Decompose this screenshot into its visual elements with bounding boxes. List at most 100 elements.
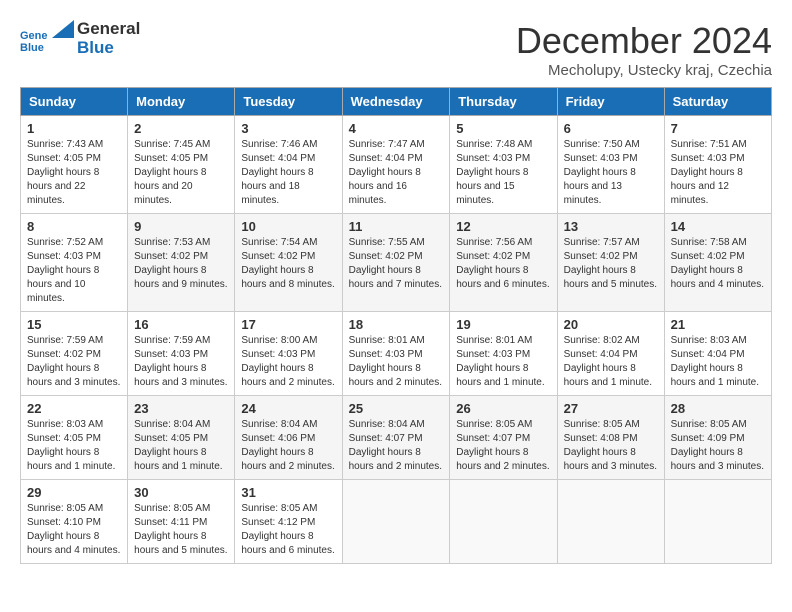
day-number: 10 xyxy=(241,219,335,234)
calendar-week-row: 15 Sunrise: 7:59 AMSunset: 4:02 PMDayligh… xyxy=(21,312,772,396)
day-number: 26 xyxy=(456,401,550,416)
calendar-day-cell: 26Sunrise: 8:05 AMSunset: 4:07 PMDayligh… xyxy=(450,396,557,480)
day-number: 13 xyxy=(564,219,658,234)
day-number: 25 xyxy=(349,401,444,416)
day-number: 31 xyxy=(241,485,335,500)
calendar-day-cell: 6Sunrise: 7:50 AMSunset: 4:03 PMDaylight… xyxy=(557,116,664,214)
weekday-header-wednesday: Wednesday xyxy=(342,88,450,116)
weekday-header-saturday: Saturday xyxy=(664,88,771,116)
day-number: 17 xyxy=(241,317,335,332)
calendar-day-cell: 22 Sunrise: 8:03 AMSunset: 4:05 PMDayligh… xyxy=(21,396,128,480)
calendar-day-cell: 24Sunrise: 8:04 AMSunset: 4:06 PMDayligh… xyxy=(235,396,342,480)
calendar-day-cell: 7Sunrise: 7:51 AMSunset: 4:03 PMDaylight… xyxy=(664,116,771,214)
calendar-day-cell: 19 Sunrise: 8:01 AMSunset: 4:03 PMDayligh… xyxy=(450,312,557,396)
calendar-day-cell: 31 Sunrise: 8:05 AMSunset: 4:12 PMDayligh… xyxy=(235,480,342,564)
day-info: Sunrise: 8:00 AMSunset: 4:03 PMDaylight … xyxy=(241,334,335,390)
calendar-day-cell xyxy=(557,480,664,564)
calendar-day-cell: 18 Sunrise: 8:01 AMSunset: 4:03 PMDayligh… xyxy=(342,312,450,396)
day-number: 21 xyxy=(671,317,765,332)
day-info: Sunrise: 8:01 AMSunset: 4:03 PMDaylight … xyxy=(456,334,550,390)
day-info: Sunrise: 7:57 AMSunset: 4:02 PMDaylight … xyxy=(564,236,658,292)
calendar-day-cell: 16 Sunrise: 7:59 AMSunset: 4:03 PMDayligh… xyxy=(128,312,235,396)
svg-text:General: General xyxy=(20,30,48,42)
calendar-day-cell: 5 Sunrise: 7:48 AMSunset: 4:03 PMDaylight… xyxy=(450,116,557,214)
calendar-day-cell: 3 Sunrise: 7:46 AMSunset: 4:04 PMDaylight… xyxy=(235,116,342,214)
calendar-day-cell: 21 Sunrise: 8:03 AMSunset: 4:04 PMDayligh… xyxy=(664,312,771,396)
day-number: 15 xyxy=(27,317,121,332)
page-header: General Blue General Blue December 2024 … xyxy=(20,20,772,79)
calendar-day-cell: 15 Sunrise: 7:59 AMSunset: 4:02 PMDayligh… xyxy=(21,312,128,396)
day-number: 14 xyxy=(671,219,765,234)
day-number: 8 xyxy=(27,219,121,234)
calendar-week-row: 1 Sunrise: 7:43 AMSunset: 4:05 PMDaylight… xyxy=(21,116,772,214)
calendar-day-cell: 28Sunrise: 8:05 AMSunset: 4:09 PMDayligh… xyxy=(664,396,771,480)
day-number: 19 xyxy=(456,317,550,332)
weekday-header-friday: Friday xyxy=(557,88,664,116)
day-number: 20 xyxy=(564,317,658,332)
day-info: Sunrise: 8:05 AMSunset: 4:12 PMDaylight … xyxy=(241,502,335,558)
calendar-day-cell: 27Sunrise: 8:05 AMSunset: 4:08 PMDayligh… xyxy=(557,396,664,480)
calendar-week-row: 8Sunrise: 7:52 AMSunset: 4:03 PMDaylight… xyxy=(21,214,772,312)
day-info: Sunrise: 7:51 AMSunset: 4:03 PMDaylight … xyxy=(671,138,765,208)
calendar-day-cell xyxy=(342,480,450,564)
day-info: Sunrise: 7:56 AMSunset: 4:02 PMDaylight … xyxy=(456,236,550,292)
day-info: Sunrise: 8:05 AMSunset: 4:11 PMDaylight … xyxy=(134,502,228,558)
calendar-day-cell: 8Sunrise: 7:52 AMSunset: 4:03 PMDaylight… xyxy=(21,214,128,312)
calendar-day-cell: 17 Sunrise: 8:00 AMSunset: 4:03 PMDayligh… xyxy=(235,312,342,396)
day-info: Sunrise: 7:43 AMSunset: 4:05 PMDaylight … xyxy=(27,138,121,208)
weekday-header-sunday: Sunday xyxy=(21,88,128,116)
day-info: Sunrise: 8:03 AMSunset: 4:05 PMDaylight … xyxy=(27,418,121,474)
logo-text-blue: Blue xyxy=(77,39,114,58)
day-info: Sunrise: 8:01 AMSunset: 4:03 PMDaylight … xyxy=(349,334,444,390)
logo-triangle-icon xyxy=(52,20,74,38)
day-number: 23 xyxy=(134,401,228,416)
weekday-header-thursday: Thursday xyxy=(450,88,557,116)
logo: General Blue General Blue xyxy=(20,20,140,57)
calendar-day-cell xyxy=(664,480,771,564)
day-number: 18 xyxy=(349,317,444,332)
day-number: 1 xyxy=(27,121,121,136)
calendar-day-cell xyxy=(450,480,557,564)
logo-text-general: General xyxy=(77,20,140,39)
calendar-day-cell: 13 Sunrise: 7:57 AMSunset: 4:02 PMDayligh… xyxy=(557,214,664,312)
calendar-day-cell: 30 Sunrise: 8:05 AMSunset: 4:11 PMDayligh… xyxy=(128,480,235,564)
day-number: 6 xyxy=(564,121,658,136)
day-info: Sunrise: 7:48 AMSunset: 4:03 PMDaylight … xyxy=(456,138,550,208)
calendar-day-cell: 23 Sunrise: 8:04 AMSunset: 4:05 PMDayligh… xyxy=(128,396,235,480)
weekday-header-monday: Monday xyxy=(128,88,235,116)
calendar-day-cell: 10 Sunrise: 7:54 AMSunset: 4:02 PMDayligh… xyxy=(235,214,342,312)
day-number: 24 xyxy=(241,401,335,416)
day-info: Sunrise: 8:04 AMSunset: 4:07 PMDaylight … xyxy=(349,418,444,474)
calendar-day-cell: 25 Sunrise: 8:04 AMSunset: 4:07 PMDayligh… xyxy=(342,396,450,480)
svg-text:Blue: Blue xyxy=(20,42,44,53)
day-info: Sunrise: 7:46 AMSunset: 4:04 PMDaylight … xyxy=(241,138,335,208)
day-number: 30 xyxy=(134,485,228,500)
day-number: 12 xyxy=(456,219,550,234)
calendar-day-cell: 29 Sunrise: 8:05 AMSunset: 4:10 PMDayligh… xyxy=(21,480,128,564)
day-number: 5 xyxy=(456,121,550,136)
day-number: 9 xyxy=(134,219,228,234)
day-info: Sunrise: 8:02 AMSunset: 4:04 PMDaylight … xyxy=(564,334,658,390)
day-number: 11 xyxy=(349,219,444,234)
day-number: 16 xyxy=(134,317,228,332)
calendar-day-cell: 14 Sunrise: 7:58 AMSunset: 4:02 PMDayligh… xyxy=(664,214,771,312)
calendar-day-cell: 1 Sunrise: 7:43 AMSunset: 4:05 PMDaylight… xyxy=(21,116,128,214)
day-info: Sunrise: 7:54 AMSunset: 4:02 PMDaylight … xyxy=(241,236,335,292)
day-info: Sunrise: 8:05 AMSunset: 4:09 PMDaylight … xyxy=(671,418,765,474)
day-number: 3 xyxy=(241,121,335,136)
day-info: Sunrise: 8:04 AMSunset: 4:05 PMDaylight … xyxy=(134,418,228,474)
day-info: Sunrise: 8:03 AMSunset: 4:04 PMDaylight … xyxy=(671,334,765,390)
day-info: Sunrise: 8:05 AMSunset: 4:08 PMDaylight … xyxy=(564,418,658,474)
day-info: Sunrise: 7:53 AMSunset: 4:02 PMDaylight … xyxy=(134,236,228,292)
day-info: Sunrise: 7:58 AMSunset: 4:02 PMDaylight … xyxy=(671,236,765,292)
day-number: 2 xyxy=(134,121,228,136)
calendar-week-row: 22 Sunrise: 8:03 AMSunset: 4:05 PMDayligh… xyxy=(21,396,772,480)
day-number: 29 xyxy=(27,485,121,500)
day-info: Sunrise: 7:59 AMSunset: 4:02 PMDaylight … xyxy=(27,334,121,390)
day-info: Sunrise: 7:59 AMSunset: 4:03 PMDaylight … xyxy=(134,334,228,390)
weekday-header-row: SundayMondayTuesdayWednesdayThursdayFrid… xyxy=(21,88,772,116)
title-block: December 2024 Mecholupy, Ustecky kraj, C… xyxy=(516,20,772,79)
calendar-day-cell: 11Sunrise: 7:55 AMSunset: 4:02 PMDayligh… xyxy=(342,214,450,312)
day-number: 22 xyxy=(27,401,121,416)
day-info: Sunrise: 8:05 AMSunset: 4:10 PMDaylight … xyxy=(27,502,121,558)
